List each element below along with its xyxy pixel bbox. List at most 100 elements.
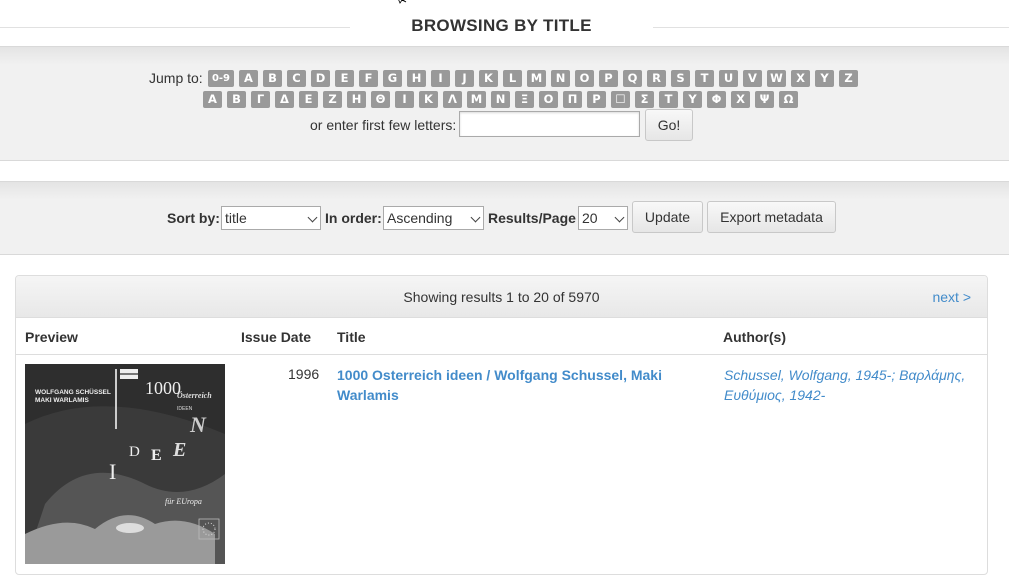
jump-letter-button[interactable]: A [239, 70, 258, 87]
order-select[interactable]: Ascending [383, 206, 484, 230]
jump-letter-button[interactable]: W [767, 70, 786, 87]
column-header-title: Title [337, 329, 366, 345]
jump-letter-button[interactable]: X [791, 70, 810, 87]
cover-author-2: MAKI WARLAMIS [35, 397, 89, 404]
jump-letter-button[interactable]: Σ [635, 91, 654, 108]
jump-letter-button[interactable]: Μ [467, 91, 486, 108]
jump-letter-button[interactable]: N [551, 70, 570, 87]
jump-letter-button[interactable]: Y [815, 70, 834, 87]
enter-letters-label: or enter first few letters: [310, 117, 457, 133]
jump-letter-button[interactable]: Θ [371, 91, 390, 108]
header-divider-right [653, 27, 1009, 28]
title-link[interactable]: 1000 Osterreich ideen / Wolfgang Schusse… [337, 365, 687, 405]
column-header-issue-date: Issue Date [241, 329, 312, 345]
jump-letter-button[interactable]: C [287, 70, 306, 87]
header-divider-left [0, 27, 350, 28]
jump-letter-button[interactable]: Π [563, 91, 582, 108]
jump-letter-button[interactable]: H [407, 70, 426, 87]
export-metadata-button[interactable]: Export metadata [707, 201, 836, 233]
jump-letter-button[interactable]: Β [227, 91, 246, 108]
jump-letter-button[interactable]: Ω [779, 91, 798, 108]
jump-letter-button[interactable]: Α [203, 91, 222, 108]
cover-thumbnail[interactable]: WOLFGANG SCHÜSSEL MAKI WARLAMIS 1000 Öst… [25, 364, 225, 564]
jump-letter-button[interactable]: Ε [299, 91, 318, 108]
svg-text:E: E [172, 439, 186, 461]
cover-number: 1000 [145, 378, 181, 398]
jump-letter-button[interactable]: Φ [707, 91, 726, 108]
page-title: BROWSING BY TITLE [411, 16, 592, 35]
jump-letter-button[interactable]: Ν [491, 91, 510, 108]
results-header: Showing results 1 to 20 of 5970 next > [16, 276, 987, 318]
latin-letter-row: 0-9 A B C D E F G H I J K L M N O P Q R S T U V W X Y Z [208, 70, 858, 87]
jump-letter-button[interactable]: U [719, 70, 738, 87]
column-header-authors: Author(s) [723, 329, 786, 345]
jump-letter-button[interactable]: Q [623, 70, 642, 87]
jump-letter-button[interactable]: Χ [731, 91, 750, 108]
jump-letter-button[interactable]: Z [839, 70, 858, 87]
results-per-page-value: 20 [582, 210, 598, 226]
jump-to-panel: Jump to: 0-9 A B C D E F G H I J K L M N O P Q R S T U V W X Y Z Α… [0, 46, 1009, 161]
jump-letter-button[interactable]: R [647, 70, 666, 87]
next-page-link[interactable]: next > [932, 289, 971, 305]
svg-text:D: D [129, 444, 140, 460]
jump-letter-button[interactable]: ☐ [611, 91, 630, 108]
jump-letter-button[interactable]: Ψ [755, 91, 774, 108]
jump-letter-button[interactable]: J [455, 70, 474, 87]
sort-by-label: Sort by: [167, 210, 220, 226]
table-header-divider [16, 354, 987, 355]
cover-word: Österreich [177, 391, 212, 400]
jump-letter-button[interactable]: K [479, 70, 498, 87]
jump-letter-button[interactable]: L [503, 70, 522, 87]
mouse-cursor-icon [398, 0, 407, 4]
results-count: Showing results 1 to 20 of 5970 [403, 289, 600, 305]
jump-to-label: Jump to: [149, 70, 203, 86]
sort-by-value: title [225, 210, 247, 226]
sort-by-select[interactable]: title [221, 206, 321, 230]
jump-letter-button[interactable]: D [311, 70, 330, 87]
jump-letter-button[interactable]: Ο [539, 91, 558, 108]
column-header-preview: Preview [25, 329, 78, 345]
sort-options-panel: Sort by: title In order: Ascending Resul… [0, 181, 1009, 255]
author-link[interactable]: Schussel, Wolfgang, 1945- [724, 367, 891, 383]
issue-date-cell: 1996 [288, 366, 320, 382]
jump-letter-button[interactable]: V [743, 70, 762, 87]
starts-with-input[interactable] [459, 111, 640, 137]
jump-letter-button[interactable]: Τ [659, 91, 678, 108]
jump-letter-button[interactable]: P [599, 70, 618, 87]
jump-letter-button[interactable]: 0-9 [208, 70, 234, 87]
jump-letter-button[interactable]: S [671, 70, 690, 87]
jump-letter-button[interactable]: G [383, 70, 402, 87]
cover-author-1: WOLFGANG SCHÜSSEL [35, 387, 111, 396]
results-per-page-select[interactable]: 20 [578, 206, 628, 230]
svg-text:N: N [189, 412, 207, 437]
jump-letter-button[interactable]: Ξ [515, 91, 534, 108]
jump-letter-button[interactable]: Ρ [587, 91, 606, 108]
jump-letter-button[interactable]: Δ [275, 91, 294, 108]
jump-letter-button[interactable]: Κ [419, 91, 438, 108]
results-per-page-label: Results/Page [488, 210, 576, 226]
results-panel: Showing results 1 to 20 of 5970 next > P… [15, 275, 988, 575]
jump-letter-button[interactable]: M [527, 70, 546, 87]
jump-letter-button[interactable]: F [359, 70, 378, 87]
svg-text:I: I [109, 459, 116, 484]
jump-letter-button[interactable]: Ι [395, 91, 414, 108]
authors-cell: Schussel, Wolfgang, 1945-; Βαρλάμης, Ευθ… [724, 367, 966, 403]
chevron-down-icon [470, 212, 481, 223]
jump-letter-button[interactable]: Η [347, 91, 366, 108]
go-button[interactable]: Go! [645, 109, 693, 141]
jump-letter-button[interactable]: T [695, 70, 714, 87]
jump-letter-button[interactable]: E [335, 70, 354, 87]
greek-letter-row: Α Β Γ Δ Ε Ζ Η Θ Ι Κ Λ Μ Ν Ξ Ο Π Ρ ☐ Σ Τ Υ Φ Χ Ψ Ω [203, 91, 798, 108]
cover-fur-europa: für EUropa [165, 497, 202, 506]
jump-letter-button[interactable]: Λ [443, 91, 462, 108]
update-button[interactable]: Update [632, 201, 703, 233]
svg-text:E: E [151, 447, 162, 464]
jump-letter-button[interactable]: O [575, 70, 594, 87]
chevron-down-icon [614, 212, 625, 223]
jump-letter-button[interactable]: B [263, 70, 282, 87]
jump-letter-button[interactable]: Γ [251, 91, 270, 108]
jump-letter-button[interactable]: I [431, 70, 450, 87]
jump-letter-button[interactable]: Ζ [323, 91, 342, 108]
cover-image: WOLFGANG SCHÜSSEL MAKI WARLAMIS 1000 Öst… [25, 364, 225, 564]
jump-letter-button[interactable]: Υ [683, 91, 702, 108]
